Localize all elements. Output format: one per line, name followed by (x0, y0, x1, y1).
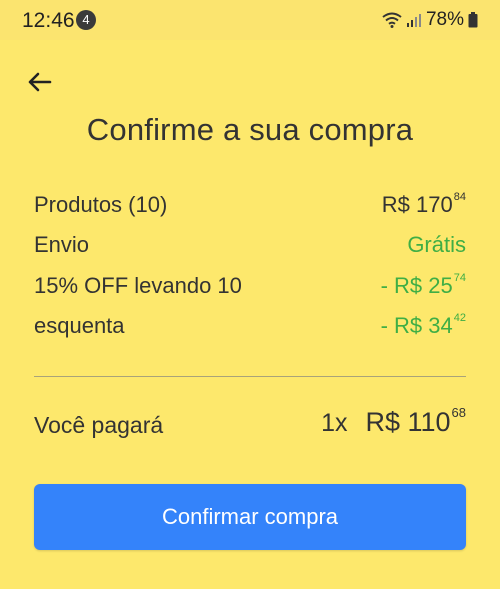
summary-row-label: Envio (34, 232, 90, 257)
total-amount: R$ 11068 (365, 405, 466, 437)
summary-row-value: Grátis (407, 232, 466, 257)
battery-icon (468, 12, 478, 28)
status-time: 12:46 (22, 9, 75, 32)
summary-row-label: esquenta (34, 313, 125, 338)
summary-row-value: R$ 17084 (381, 191, 466, 217)
arrow-left-icon (28, 72, 52, 92)
status-bar: 12:46 4 78% (0, 0, 500, 40)
summary-row-products: Produtos (10) R$ 17084 (34, 191, 466, 222)
total-label: Você pagará (34, 412, 164, 438)
divider (34, 376, 466, 377)
confirm-purchase-screen: Confirme a sua compra Produtos (10) R$ 1… (0, 40, 500, 589)
confirm-purchase-button[interactable]: Confirmar compra (34, 484, 466, 550)
summary-row-value: - R$ 2574 (380, 272, 466, 298)
notification-count-badge: 4 (76, 10, 96, 30)
summary-row-discount: 15% OFF levando 10 - R$ 2574 (34, 272, 466, 303)
installments: 1x (321, 409, 348, 437)
total-value: 1x R$ 11068 (321, 405, 466, 438)
summary-row-label: 15% OFF levando 10 (34, 273, 242, 298)
summary-row-coupon: esquenta - R$ 3442 (34, 312, 466, 343)
back-button[interactable] (24, 66, 56, 98)
status-indicators: 78% (382, 9, 478, 31)
wifi-icon (382, 12, 402, 28)
page-title: Confirme a sua compra (86, 112, 414, 147)
summary-row-shipping: Envio Grátis (34, 232, 466, 262)
battery-percent: 78% (425, 9, 464, 30)
summary-row-value: - R$ 3442 (380, 312, 466, 338)
summary-row-label: Produtos (10) (34, 192, 168, 217)
signal-icon (406, 14, 421, 27)
